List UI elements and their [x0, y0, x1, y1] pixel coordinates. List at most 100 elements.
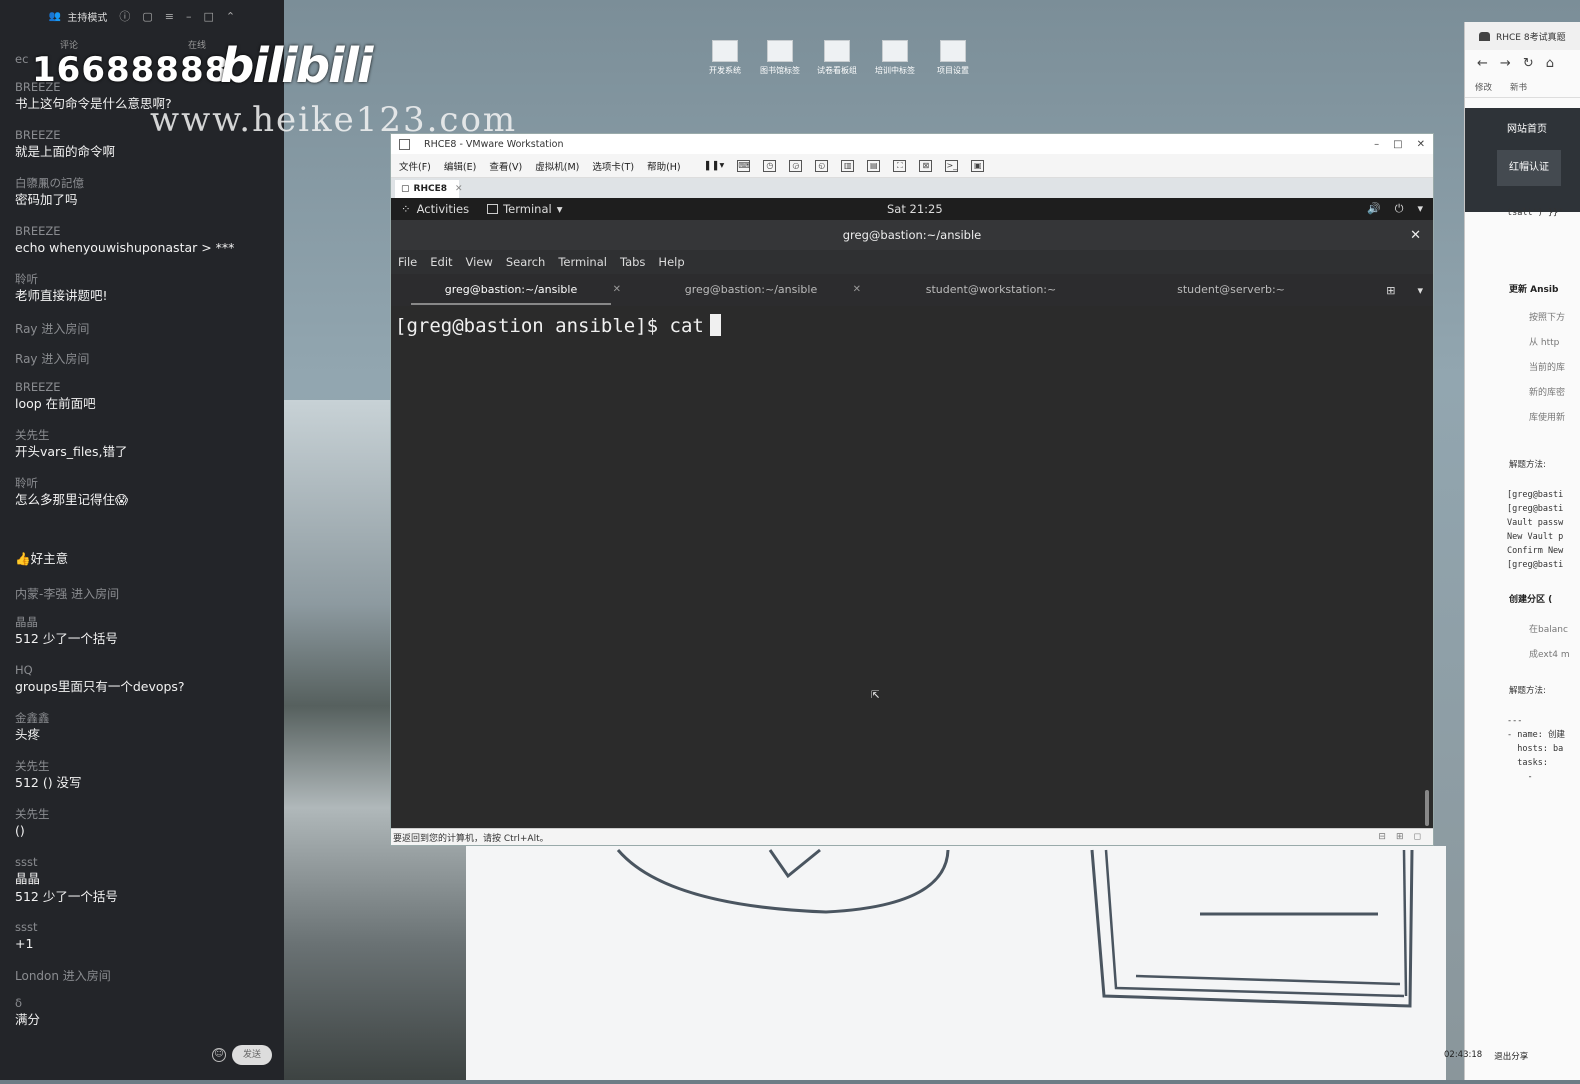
tab-online[interactable]: 在线	[188, 38, 206, 51]
unity-icon[interactable]: ⊠	[919, 159, 933, 172]
home-icon[interactable]: ⌂	[1546, 56, 1554, 71]
desktop-icon-2[interactable]: 图书馆标签	[755, 40, 805, 76]
vmware-tabbar: ▢ RHCE8 ✕	[391, 178, 1433, 198]
resize-icon[interactable]: ◻	[1414, 832, 1421, 842]
maximize-icon[interactable]: □	[203, 10, 213, 23]
terminal-tab-3[interactable]: student@workstation:~	[871, 274, 1111, 306]
chevron-down-icon[interactable]: ▾	[1417, 284, 1423, 297]
chat-text: loop 在前面吧	[15, 396, 96, 411]
chat-text: 晶晶 512 少了一个括号	[15, 871, 118, 904]
menu-icon[interactable]: ≡	[165, 10, 174, 23]
minimize-icon[interactable]: –	[1374, 139, 1379, 150]
chat-message: δ 满分	[15, 996, 275, 1029]
view-settings-icon[interactable]: ▣	[971, 159, 985, 172]
guest-screen[interactable]: ⁘ Activities Terminal ▾ Sat 21:25 🔊 ⏻ ▾ …	[391, 198, 1433, 830]
chat-text: 👍好主意	[15, 551, 69, 566]
recording-time: 02:43:18	[1444, 1050, 1483, 1060]
clock[interactable]: Sat 21:25	[887, 202, 943, 216]
device-icon[interactable]: ⊟	[1378, 832, 1386, 842]
menu-view[interactable]: View	[466, 255, 493, 269]
thumbnail-icon[interactable]: ▤	[867, 159, 881, 172]
menu-file[interactable]: File	[398, 255, 417, 269]
host-avatar-icon: 👥	[48, 10, 62, 22]
forward-icon[interactable]: →	[1500, 56, 1511, 71]
fullscreen-icon[interactable]: ⛶	[893, 159, 907, 172]
section-heading: 创建分区 (	[1509, 595, 1553, 605]
chevron-down-icon[interactable]: ▾	[1417, 202, 1423, 216]
chat-event: Ray 进入房间	[15, 322, 90, 336]
collapse-icon[interactable]: ⌃	[226, 10, 235, 23]
nav-cert-link[interactable]: 红帽认证	[1497, 150, 1561, 186]
browser-tab[interactable]: RHCE 8考试真题	[1465, 22, 1580, 50]
chat-text: ()	[15, 823, 25, 838]
snapshot-icon[interactable]: ◷	[763, 159, 777, 172]
desktop-icon-3[interactable]: 试卷看板组	[812, 40, 862, 76]
emoji-icon[interactable]: ☺	[212, 1048, 226, 1062]
window-icon[interactable]: ▢	[142, 10, 152, 23]
network-icon[interactable]: ⊞	[1396, 832, 1404, 842]
vmware-app-icon	[399, 138, 410, 150]
chat-message: 聆听 老师直接讲题吧!	[15, 272, 275, 305]
desktop-icon-5[interactable]: 项目设置	[928, 40, 978, 76]
close-tab-icon[interactable]: ✕	[455, 184, 463, 194]
chat-username: 关先生	[15, 428, 50, 442]
bookmark-2[interactable]: 新书	[1510, 81, 1527, 93]
terminal-body[interactable]: [greg@bastion ansible]$ cat ⇱	[391, 306, 1433, 830]
close-icon[interactable]: ✕	[1410, 228, 1421, 243]
activities-icon: ⁘	[401, 202, 411, 216]
exit-share-button[interactable]: 退出分享	[1494, 1050, 1528, 1072]
terminal-tab-2[interactable]: greg@bastion:~/ansible ✕	[631, 274, 871, 306]
menu-tabs[interactable]: Tabs	[620, 255, 645, 269]
nav-home-link[interactable]: 网站首页	[1507, 120, 1547, 135]
scrollbar[interactable]	[1425, 790, 1429, 826]
send-ctrl-alt-del-icon[interactable]: ⌨	[737, 159, 751, 172]
menu-help[interactable]: Help	[658, 255, 684, 269]
sidebar-icon[interactable]: ▥	[841, 159, 855, 172]
power-icon[interactable]: ⏻	[1395, 202, 1404, 216]
menu-tabs[interactable]: 选项卡(T)	[592, 159, 634, 173]
tab-comments[interactable]: 评论	[60, 38, 78, 51]
close-tab-icon[interactable]: ✕	[613, 274, 621, 306]
snapshot-manager-icon[interactable]: ◵	[815, 159, 829, 172]
menu-terminal[interactable]: Terminal	[558, 255, 607, 269]
chat-event: Ray 进入房间	[15, 352, 90, 366]
pause-icon[interactable]: ❚❚▾	[704, 160, 725, 171]
close-icon[interactable]: ✕	[1417, 139, 1425, 150]
chat-message: 金鑫鑫 头疼	[15, 711, 275, 744]
new-tab-icon[interactable]: ⊞	[1386, 284, 1395, 297]
gnome-top-bar: ⁘ Activities Terminal ▾ Sat 21:25 🔊 ⏻ ▾	[391, 198, 1433, 220]
menu-edit[interactable]: Edit	[430, 255, 452, 269]
revert-snapshot-icon[interactable]: ◶	[789, 159, 803, 172]
menu-edit[interactable]: 编辑(E)	[444, 159, 476, 173]
app-menu[interactable]: Terminal ▾	[487, 202, 563, 216]
shortcut-icon	[882, 40, 908, 62]
back-icon[interactable]: ←	[1477, 56, 1488, 71]
volume-icon[interactable]: 🔊	[1367, 202, 1381, 216]
close-tab-icon[interactable]: ✕	[853, 274, 861, 306]
vmware-title: RHCE8 - VMware Workstation	[424, 138, 564, 150]
menu-view[interactable]: 查看(V)	[489, 159, 522, 173]
menu-vm[interactable]: 虚拟机(M)	[535, 159, 579, 173]
console-icon[interactable]: >_	[945, 159, 959, 172]
chat-message: 白隳凲の記億 密码加了吗	[15, 176, 275, 209]
desktop-icon-1[interactable]: 开发系统	[700, 40, 750, 76]
whiteboard-drawing	[616, 848, 1414, 1008]
vm-tab-rhce8[interactable]: ▢ RHCE8 ✕	[395, 180, 463, 198]
info-icon[interactable]: ⓘ	[119, 8, 130, 24]
whiteboard[interactable]	[466, 846, 1446, 1080]
chat-text: 就是上面的命令啊	[15, 144, 116, 159]
reload-icon[interactable]: ↻	[1523, 56, 1534, 71]
minimize-icon[interactable]: –	[186, 10, 192, 23]
activities-button[interactable]: Activities	[417, 202, 469, 216]
chevron-down-icon: ▾	[556, 202, 563, 216]
terminal-tab-4[interactable]: student@serverb:~	[1111, 274, 1351, 306]
menu-search[interactable]: Search	[506, 255, 546, 269]
send-button[interactable]: 发送	[232, 1045, 272, 1065]
menu-file[interactable]: 文件(F)	[399, 159, 431, 173]
chat-text: 512 () 没写	[15, 775, 82, 790]
terminal-tab-1[interactable]: greg@bastion:~/ansible ✕	[391, 274, 631, 306]
desktop-icon-4[interactable]: 培训中标签	[870, 40, 920, 76]
maximize-icon[interactable]: □	[1393, 139, 1402, 150]
menu-help[interactable]: 帮助(H)	[647, 159, 681, 173]
bookmark-1[interactable]: 修改	[1475, 81, 1492, 93]
